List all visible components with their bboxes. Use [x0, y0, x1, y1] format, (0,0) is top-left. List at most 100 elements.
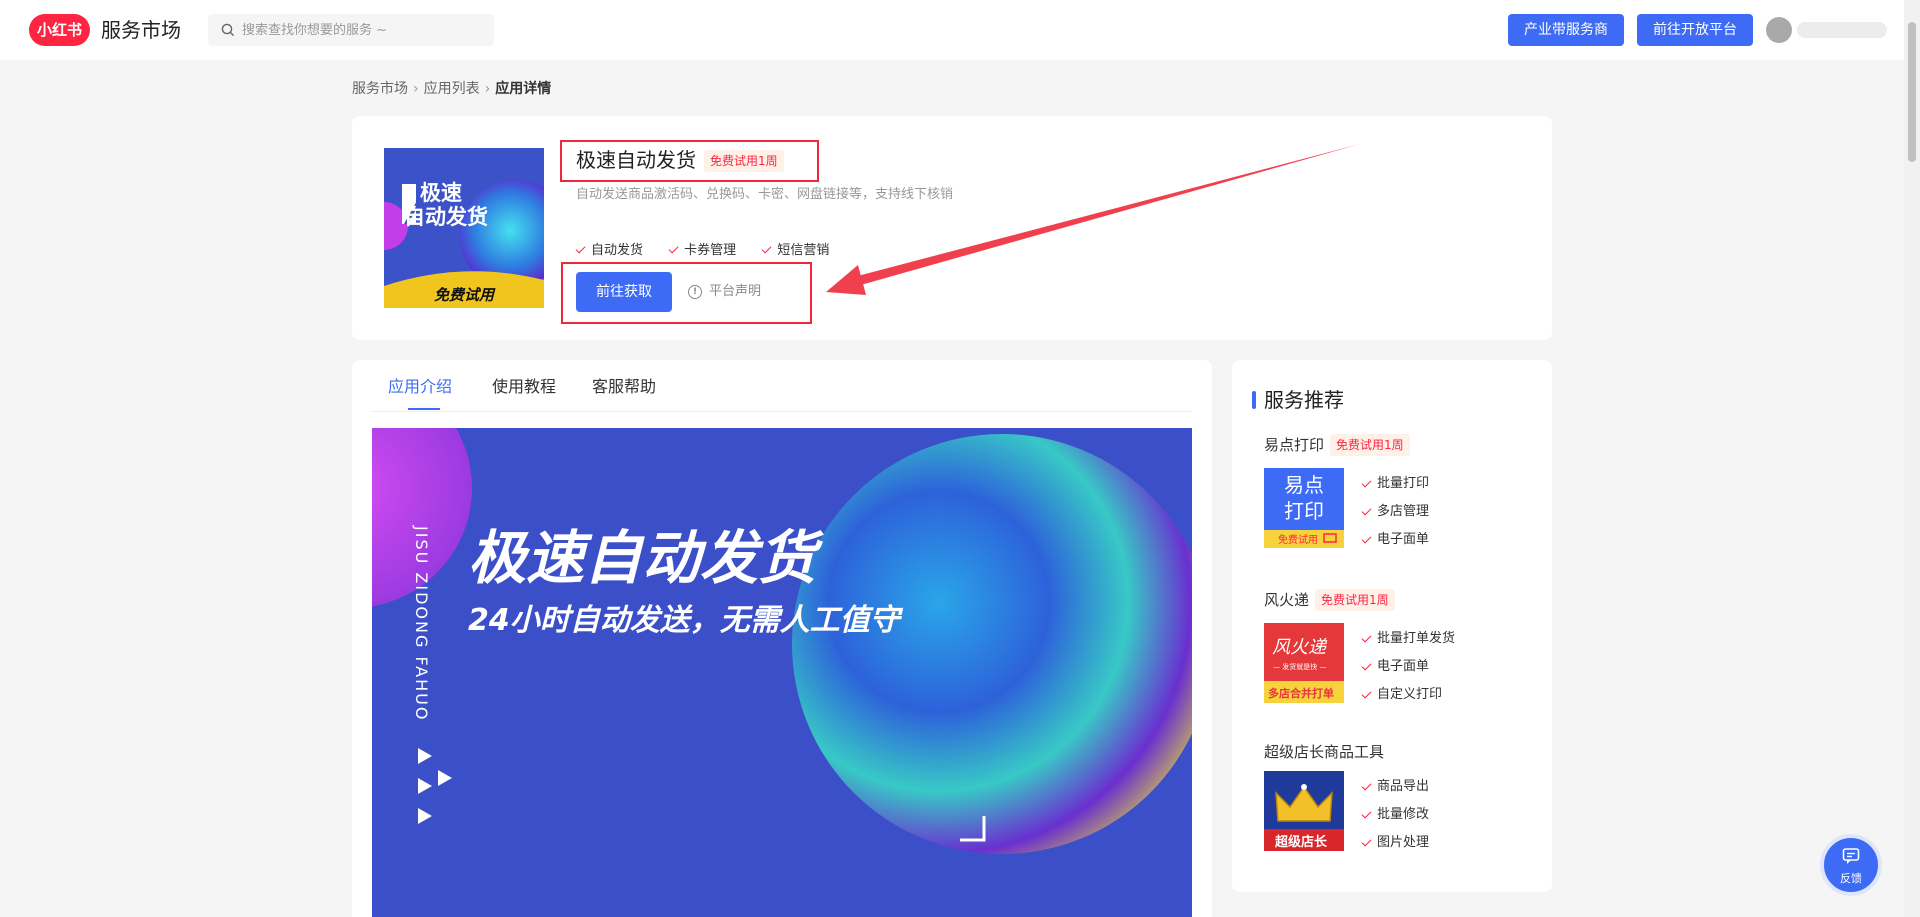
service-recommend-card: 服务推荐 易点打印 免费试用1周 易点 打印 免费试用 批量打印 多店管理 电子面… — [1232, 360, 1552, 892]
feature-item: 自动发货 — [575, 241, 644, 261]
app-description: 自动发送商品激活码、兑换码、卡密、网盘链接等，支持线下核销 — [576, 187, 954, 202]
intro-banner-image: 极速自动发货 24小时自动发送，无需人工值守 JISU ZIDONG FAHUO — [372, 428, 1192, 917]
feature-label: 商品导出 — [1377, 779, 1430, 794]
breadcrumb-app-list[interactable]: 应用列表 — [424, 81, 480, 97]
check-icon — [668, 243, 679, 254]
recommend-item-yidian[interactable]: 易点打印 免费试用1周 易点 打印 免费试用 批量打印 多店管理 电子面单 — [1264, 434, 1534, 548]
check-icon — [1361, 533, 1372, 543]
trial-tag: 免费试用1周 — [1315, 589, 1395, 611]
breadcrumb-market[interactable]: 服务市场 — [352, 81, 408, 97]
trial-tag: 免费试用1周 — [1330, 434, 1410, 456]
recommend-name[interactable]: 易点打印 — [1264, 434, 1324, 456]
open-platform-button[interactable]: 前往开放平台 — [1637, 14, 1753, 46]
feature-item: 自定义打印 — [1361, 681, 1455, 709]
feature-item: 电子面单 — [1361, 653, 1455, 681]
feature-label: 批量打印 — [1377, 476, 1430, 491]
check-icon — [575, 243, 586, 254]
highlight-box-actions — [561, 262, 812, 324]
feature-item: 批量打单发货 — [1361, 625, 1456, 653]
recommend-features: 批量打单发货 电子面单 自定义打印 — [1361, 625, 1456, 709]
top-header: 小红书 服务市场 产业带服务商 前往开放平台 — [0, 0, 1904, 60]
feature-label: 批量打单发货 — [1377, 631, 1456, 646]
feature-item: 批量打印 — [1361, 470, 1430, 498]
tab-app-intro[interactable]: 应用介绍 — [388, 376, 452, 398]
cover-badge: 免费试用 — [434, 286, 496, 304]
recommend-features: 商品导出 批量修改 图片处理 — [1361, 773, 1430, 857]
recommend-item-fenghuodi[interactable]: 风火递 免费试用1周 风火递 — 发货就是快 — 多店合并打单 批量打单发货 电子… — [1264, 589, 1534, 703]
banner-title: 极速自动发货 — [468, 524, 824, 592]
feature-label: 自定义打印 — [1377, 687, 1443, 702]
feature-label: 多店管理 — [1377, 504, 1430, 519]
feedback-button[interactable]: 反馈 — [1820, 834, 1882, 896]
feedback-label: 反馈 — [1840, 872, 1862, 885]
avatar[interactable] — [1766, 17, 1792, 43]
page-scrollbar[interactable] — [1904, 0, 1920, 917]
feature-item: 多店管理 — [1361, 498, 1430, 526]
scrollbar-thumb[interactable] — [1908, 22, 1916, 162]
check-icon — [1361, 660, 1372, 670]
recommend-name[interactable]: 超级店长商品工具 — [1264, 741, 1384, 763]
feature-item: 卡券管理 — [668, 241, 737, 261]
check-icon — [1361, 836, 1372, 846]
feature-label: 自动发货 — [591, 242, 644, 258]
check-icon — [1361, 780, 1372, 790]
feature-label: 卡券管理 — [684, 242, 737, 258]
cover-title-line2: 自动发货 — [404, 205, 488, 229]
banner-vertical-text: JISU ZIDONG FAHUO — [412, 525, 431, 721]
search-input[interactable] — [242, 14, 482, 46]
detail-tabs: 应用介绍 使用教程 客服帮助 — [372, 360, 1192, 412]
recommend-image[interactable]: 超级店长 — [1264, 771, 1344, 851]
breadcrumb-current: 应用详情 — [495, 81, 552, 97]
feature-item: 电子面单 — [1361, 526, 1430, 554]
highlight-box-title — [560, 140, 819, 182]
img-line2: — 发货就是快 — — [1273, 662, 1326, 671]
active-tab-indicator — [408, 408, 440, 410]
check-icon — [1361, 632, 1372, 642]
check-icon — [1361, 505, 1372, 515]
app-detail-card: 应用介绍 使用教程 客服帮助 极速自动发货 24小时自动发送，无需人工值守 JI… — [352, 360, 1212, 917]
feature-label: 电子面单 — [1377, 659, 1430, 674]
tab-tutorial[interactable]: 使用教程 — [492, 376, 556, 398]
section-accent-bar — [1252, 391, 1256, 409]
check-icon — [1361, 808, 1372, 818]
breadcrumb: 服务市场 › 应用列表 › 应用详情 — [352, 79, 551, 99]
tab-customer-help[interactable]: 客服帮助 — [592, 376, 656, 398]
brand-title[interactable]: 服务市场 — [101, 14, 181, 46]
check-icon — [1361, 688, 1372, 698]
username-blurred[interactable] — [1797, 22, 1887, 38]
section-title: 服务推荐 — [1264, 388, 1344, 412]
check-icon — [1361, 477, 1372, 487]
img-line1: 风火递 — [1272, 637, 1328, 658]
recommend-features: 批量打印 多店管理 电子面单 — [1361, 470, 1430, 554]
search-icon — [221, 23, 235, 37]
feature-list: 自动发货 卡券管理 短信营销 — [575, 238, 851, 261]
feature-item: 短信营销 — [761, 241, 830, 261]
banner-subtitle: 24小时自动发送，无需人工值守 — [468, 603, 904, 638]
app-summary-card: 极速 自动发货 免费试用 极速自动发货 免费试用1周 自动发送商品激活码、兑换码… — [352, 116, 1552, 340]
img-badge: 多店合并打单 — [1268, 686, 1334, 700]
feature-label: 短信营销 — [777, 242, 830, 258]
breadcrumb-chevron-icon: › — [484, 81, 491, 97]
cover-title-line1: 极速 — [420, 181, 462, 205]
feature-label: 电子面单 — [1377, 532, 1430, 547]
feature-item: 图片处理 — [1361, 829, 1430, 857]
feature-item: 批量修改 — [1361, 801, 1430, 829]
search-box[interactable] — [208, 14, 494, 46]
feature-label: 批量修改 — [1377, 807, 1430, 822]
img-line2: 打印 — [1284, 499, 1324, 523]
feature-label: 图片处理 — [1377, 835, 1430, 850]
recommend-image[interactable]: 风火递 — 发货就是快 — 多店合并打单 — [1264, 623, 1344, 703]
recommend-item-super-shopkeeper[interactable]: 超级店长商品工具 超级店长 商品导出 批量修改 图片处理 — [1264, 741, 1534, 851]
img-badge: 超级店长 — [1275, 834, 1328, 850]
feature-item: 商品导出 — [1361, 773, 1430, 801]
recommend-image[interactable]: 易点 打印 免费试用 — [1264, 468, 1344, 548]
app-cover-image: 极速 自动发货 免费试用 — [384, 148, 544, 308]
img-badge: 免费试用 — [1278, 533, 1318, 546]
breadcrumb-chevron-icon: › — [413, 81, 419, 97]
xiaohongshu-logo[interactable]: 小红书 — [29, 14, 90, 46]
img-line1: 易点 — [1284, 473, 1324, 497]
feedback-icon — [1842, 848, 1860, 864]
recommend-name[interactable]: 风火递 — [1264, 589, 1309, 611]
industry-service-button[interactable]: 产业带服务商 — [1508, 14, 1624, 46]
check-icon — [761, 243, 772, 254]
